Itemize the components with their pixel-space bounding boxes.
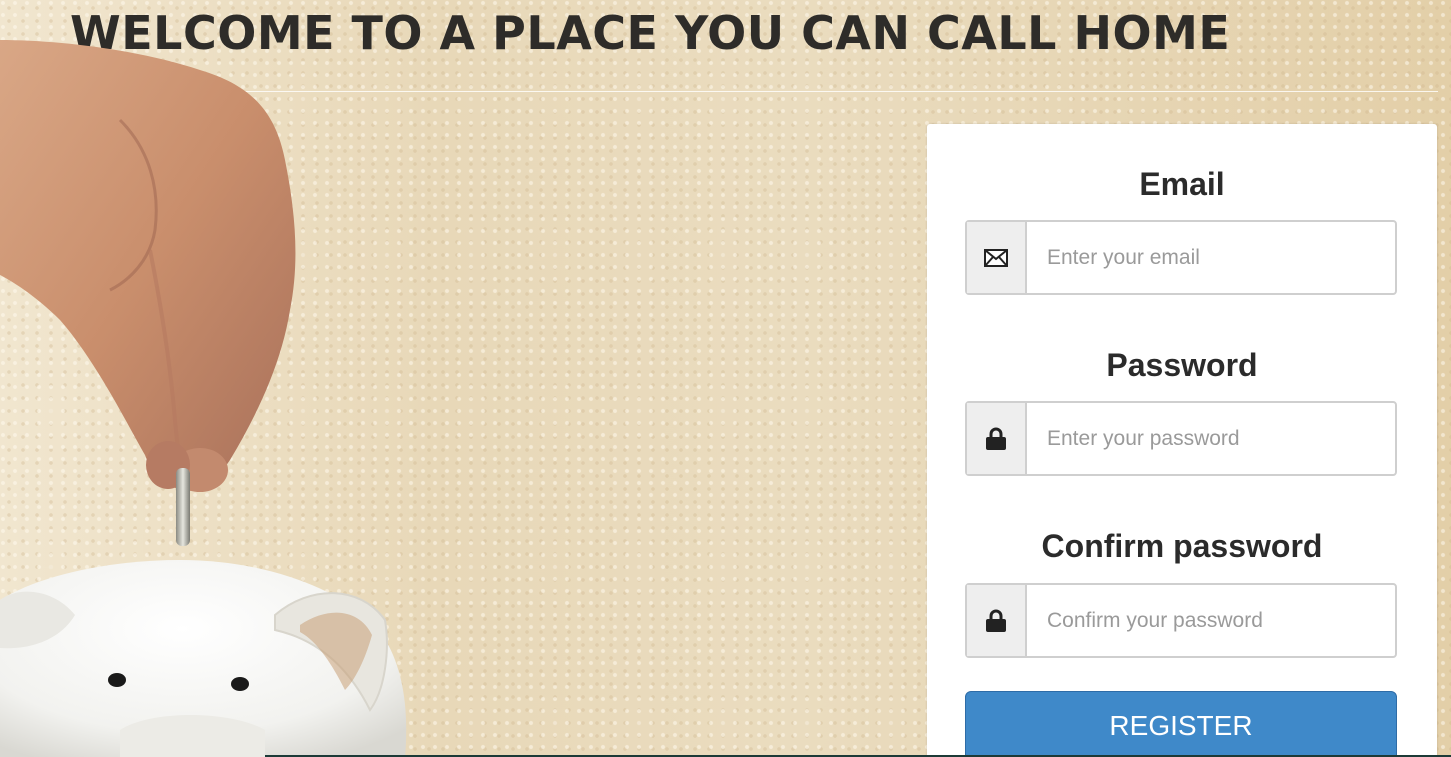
email-input[interactable] xyxy=(1027,222,1395,293)
lock-icon xyxy=(967,585,1027,656)
envelope-icon xyxy=(967,222,1027,293)
password-label: Password xyxy=(1106,347,1258,383)
register-button[interactable]: REGISTER xyxy=(965,691,1397,757)
registration-form: Email Password Confirm password xyxy=(927,124,1437,757)
coin-shape xyxy=(176,468,190,546)
password-input[interactable] xyxy=(1027,403,1395,474)
email-label: Email xyxy=(1139,166,1225,202)
lock-icon xyxy=(967,403,1027,474)
piggy-bank-shape xyxy=(0,560,407,757)
confirm-password-label: Confirm password xyxy=(1041,528,1323,564)
email-input-group xyxy=(965,220,1397,295)
hero-image-piggy-bank xyxy=(0,40,407,757)
password-input-group xyxy=(965,401,1397,476)
hand-shape xyxy=(0,40,296,492)
confirm-password-input-group xyxy=(965,583,1397,658)
confirm-password-input[interactable] xyxy=(1027,585,1395,656)
